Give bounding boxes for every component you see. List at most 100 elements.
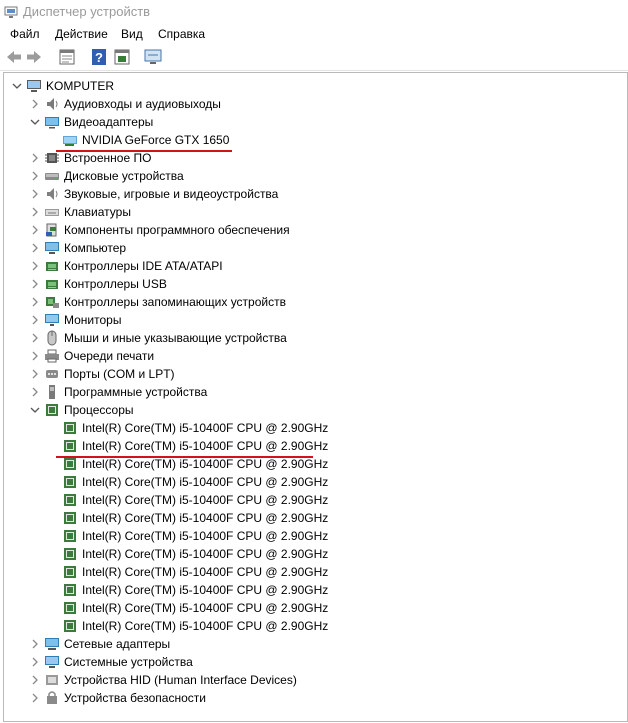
expand-arrow-closed-icon[interactable] [30, 278, 40, 290]
tree-category-label: Видеоадаптеры [64, 115, 154, 129]
expand-arrow-closed-icon[interactable] [30, 260, 40, 272]
tree-category[interactable]: Мониторы [4, 311, 604, 329]
tree-category[interactable]: Звуковые, игровые и видеоустройства [4, 185, 604, 203]
expand-arrow-closed-icon[interactable] [30, 188, 40, 200]
tree-device-item[interactable]: Intel(R) Core(TM) i5-10400F CPU @ 2.90GH… [4, 545, 604, 563]
tree-device-item[interactable]: Intel(R) Core(TM) i5-10400F CPU @ 2.90GH… [4, 419, 604, 437]
tree-category[interactable]: Контроллеры IDE ATA/ATAPI [4, 257, 604, 275]
tree-device-item[interactable]: Intel(R) Core(TM) i5-10400F CPU @ 2.90GH… [4, 473, 604, 491]
expand-arrow-closed-icon[interactable] [30, 170, 40, 182]
software-device-icon [44, 384, 60, 400]
expand-arrow-closed-icon[interactable] [30, 224, 40, 236]
hid-icon [44, 672, 60, 688]
forward-icon[interactable] [24, 47, 44, 67]
printer-icon [44, 348, 60, 364]
expand-arrow-closed-icon[interactable] [30, 638, 40, 650]
back-icon[interactable] [4, 47, 24, 67]
tree-category[interactable]: Мыши и иные указывающие устройства [4, 329, 604, 347]
toolbar: ? [0, 44, 628, 71]
tree-category[interactable]: Контроллеры запоминающих устройств [4, 293, 604, 311]
tree-category[interactable]: Аудиовходы и аудиовыходы [4, 95, 604, 113]
network-adapter-icon [44, 636, 60, 652]
tree-device-item[interactable]: Intel(R) Core(TM) i5-10400F CPU @ 2.90GH… [4, 563, 604, 581]
menu-bar: Файл Действие Вид Справка [0, 24, 628, 44]
menu-help[interactable]: Справка [158, 27, 205, 41]
tree-device-item[interactable]: Intel(R) Core(TM) i5-10400F CPU @ 2.90GH… [4, 509, 604, 527]
tree-category[interactable]: Программные устройства [4, 383, 604, 401]
tree-device-item[interactable]: Intel(R) Core(TM) i5-10400F CPU @ 2.90GH… [4, 455, 604, 473]
tree-category[interactable]: Устройства HID (Human Interface Devices) [4, 671, 604, 689]
tree-category-label: Очереди печати [64, 349, 155, 363]
tree-category-label: Программные устройства [64, 385, 208, 399]
disk-drive-icon [44, 168, 60, 184]
expand-arrow-closed-icon[interactable] [30, 332, 40, 344]
expand-arrow-closed-icon[interactable] [30, 98, 40, 110]
expand-arrow-closed-icon[interactable] [30, 386, 40, 398]
menu-action[interactable]: Действие [55, 27, 108, 41]
port-icon [44, 366, 60, 382]
tree-root-node[interactable]: KOMPUTER [4, 77, 604, 95]
tree-category-label: Звуковые, игровые и видеоустройства [64, 187, 279, 201]
help-icon[interactable]: ? [89, 47, 109, 67]
device-tree[interactable]: KOMPUTER Аудиовходы и аудиовыходы Видеоада… [3, 72, 628, 722]
tree-device-item[interactable]: Intel(R) Core(TM) i5-10400F CPU @ 2.90GH… [4, 599, 604, 617]
expand-arrow-closed-icon[interactable] [30, 206, 40, 218]
device-manager-icon [4, 5, 18, 19]
tree-category-label: Порты (COM и LPT) [64, 367, 175, 381]
expand-arrow-open-icon[interactable] [30, 116, 40, 128]
expand-arrow-closed-icon[interactable] [30, 692, 40, 704]
tree-category[interactable]: Системные устройства [4, 653, 604, 671]
expand-arrow-closed-icon[interactable] [30, 242, 40, 254]
properties-icon[interactable] [57, 47, 77, 67]
tree-category-label: Аудиовходы и аудиовыходы [64, 97, 221, 111]
expand-arrow-open-icon[interactable] [30, 404, 40, 416]
tree-category[interactable]: Компьютер [4, 239, 604, 257]
tree-category[interactable]: Контроллеры USB [4, 275, 604, 293]
tree-device-item-label: Intel(R) Core(TM) i5-10400F CPU @ 2.90GH… [82, 619, 329, 633]
tree-device-item[interactable]: Intel(R) Core(TM) i5-10400F CPU @ 2.90GH… [4, 527, 604, 545]
tree-device-item[interactable]: NVIDIA GeForce GTX 1650 [4, 131, 604, 149]
tree-category-label: Контроллеры USB [64, 277, 167, 291]
monitor-scan-icon[interactable] [143, 47, 163, 67]
keyboard-icon [44, 204, 60, 220]
expand-arrow-open-icon[interactable] [12, 80, 22, 92]
tree-category[interactable]: Встроенное ПО [4, 149, 604, 167]
cpu-core-icon [62, 546, 78, 562]
cpu-core-icon [62, 456, 78, 472]
tree-device-item-label: Intel(R) Core(TM) i5-10400F CPU @ 2.90GH… [82, 493, 329, 507]
tree-device-item[interactable]: Intel(R) Core(TM) i5-10400F CPU @ 2.90GH… [4, 581, 604, 599]
speaker-icon [44, 96, 60, 112]
tree-category[interactable]: Процессоры [4, 401, 604, 419]
window-title: Диспетчер устройств [23, 4, 151, 19]
tree-category[interactable]: Клавиатуры [4, 203, 604, 221]
ide-controller-icon [44, 258, 60, 274]
tree-device-item[interactable]: Intel(R) Core(TM) i5-10400F CPU @ 2.90GH… [4, 491, 604, 509]
tree-category[interactable]: Сетевые адаптеры [4, 635, 604, 653]
expand-arrow-closed-icon[interactable] [30, 368, 40, 380]
expand-arrow-closed-icon[interactable] [30, 152, 40, 164]
tree-category[interactable]: Видеоадаптеры [4, 113, 604, 131]
tree-category-label: Устройства безопасности [64, 691, 206, 705]
tree-category-label: Мыши и иные указывающие устройства [64, 331, 287, 345]
monitor-icon [44, 312, 60, 328]
system-device-icon [44, 654, 60, 670]
expand-arrow-closed-icon[interactable] [30, 674, 40, 686]
cpu-core-icon [62, 528, 78, 544]
tree-category[interactable]: Устройства безопасности [4, 689, 604, 707]
tree-device-item[interactable]: Intel(R) Core(TM) i5-10400F CPU @ 2.90GH… [4, 617, 604, 635]
expand-arrow-closed-icon[interactable] [30, 350, 40, 362]
expand-arrow-closed-icon[interactable] [30, 314, 40, 326]
menu-file[interactable]: Файл [10, 27, 40, 41]
show-hidden-icon[interactable] [112, 47, 132, 67]
tree-device-item[interactable]: Intel(R) Core(TM) i5-10400F CPU @ 2.90GH… [4, 437, 604, 455]
tree-category[interactable]: Очереди печати [4, 347, 604, 365]
tree-category[interactable]: Компоненты программного обеспечения [4, 221, 604, 239]
tree-category[interactable]: Порты (COM и LPT) [4, 365, 604, 383]
tree-category-label: Системные устройства [64, 655, 193, 669]
expand-arrow-closed-icon[interactable] [30, 296, 40, 308]
tree-category-label: Контроллеры IDE ATA/ATAPI [64, 259, 223, 273]
tree-category[interactable]: Дисковые устройства [4, 167, 604, 185]
expand-arrow-closed-icon[interactable] [30, 656, 40, 668]
tree-device-item-label: Intel(R) Core(TM) i5-10400F CPU @ 2.90GH… [82, 457, 329, 471]
menu-view[interactable]: Вид [121, 27, 143, 41]
